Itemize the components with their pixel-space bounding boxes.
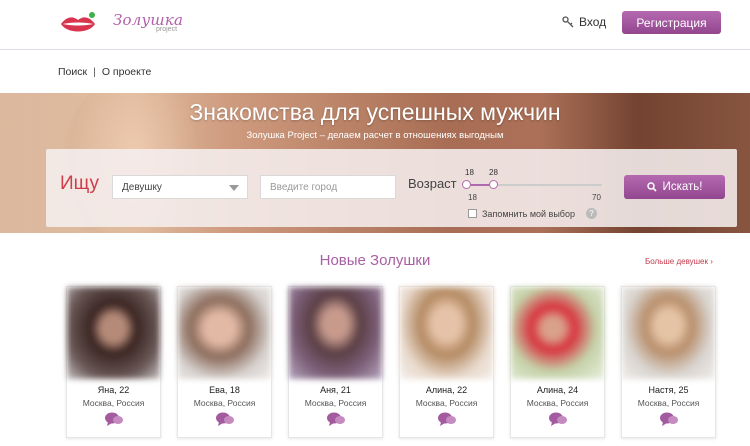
profile-name[interactable]: Яна, 22 <box>67 385 160 395</box>
profile-location: Москва, Россия <box>415 398 478 408</box>
profile-location: Москва, Россия <box>82 398 145 408</box>
profile-location: Москва, Россия <box>637 398 700 408</box>
age-label: Возраст <box>408 176 457 191</box>
profile-photo[interactable] <box>289 287 382 379</box>
profile-card[interactable]: Настя, 25 Москва, Россия <box>621 286 716 438</box>
profile-card[interactable]: Ева, 18 Москва, Россия <box>177 286 272 438</box>
hero-subtitle: Золушка Project – делаем расчет в отноше… <box>246 130 504 141</box>
logo-subtext: project <box>156 26 178 33</box>
key-icon <box>562 16 574 28</box>
remember-checkbox[interactable] <box>468 209 477 218</box>
profile-location: Москва, Россия <box>304 398 367 408</box>
login-link[interactable]: Вход <box>562 15 606 29</box>
help-icon[interactable]: ? <box>585 208 597 219</box>
register-button[interactable]: Регистрация <box>622 11 721 34</box>
profile-name[interactable]: Ева, 18 <box>178 385 271 395</box>
profile-photo[interactable] <box>178 287 271 379</box>
chat-bubbles-icon[interactable] <box>215 411 235 427</box>
profile-card[interactable]: Аня, 21 Москва, Россия <box>288 286 383 438</box>
profile-name[interactable]: Алина, 24 <box>511 385 604 395</box>
login-label: Вход <box>579 15 607 29</box>
section-title: Новые Золушки <box>319 252 431 269</box>
breadcrumb: Поиск | О проекте <box>58 66 151 78</box>
profile-name[interactable]: Алина, 22 <box>400 385 493 395</box>
search-panel: Ищу Девушку Возраст 18 28 18 70 Запомнит… <box>46 149 737 227</box>
profile-photo[interactable] <box>622 287 715 379</box>
profile-card[interactable]: Алина, 24 Москва, Россия <box>510 286 605 438</box>
magnifier-icon <box>646 182 657 192</box>
chat-bubbles-icon[interactable] <box>659 411 679 427</box>
hero-title: Знакомства для успешных мужчин <box>189 99 561 125</box>
profile-card[interactable]: Алина, 22 Москва, Россия <box>399 286 494 438</box>
breadcrumb-separator: | <box>93 66 96 78</box>
chat-bubbles-icon[interactable] <box>437 411 457 427</box>
age-selected-min: 18 <box>465 168 474 177</box>
profile-card[interactable]: Яна, 22 Москва, Россия <box>66 286 161 438</box>
lips-logo-icon[interactable] <box>59 10 97 38</box>
profile-photo[interactable] <box>511 287 604 379</box>
profile-photo[interactable] <box>67 287 160 379</box>
age-range-min: 18 <box>468 193 477 202</box>
age-range-max: 70 <box>592 193 601 202</box>
age-slider-max-handle[interactable] <box>489 180 498 189</box>
header: Золушка project Вход Регистрация <box>0 0 750 50</box>
profile-name[interactable]: Аня, 21 <box>289 385 382 395</box>
profile-name[interactable]: Настя, 25 <box>622 385 715 395</box>
gender-select[interactable]: Девушку <box>112 175 248 199</box>
search-button-label: Искать! <box>662 181 703 193</box>
hero-banner: Знакомства для успешных мужчин Золушка P… <box>0 93 750 233</box>
chat-bubbles-icon[interactable] <box>104 411 124 427</box>
remember-label: Запомнить мой выбор <box>482 208 575 219</box>
age-slider-min-handle[interactable] <box>462 180 471 189</box>
breadcrumb-about[interactable]: О проекте <box>102 66 152 78</box>
breadcrumb-search[interactable]: Поиск <box>58 66 87 78</box>
city-input[interactable] <box>260 175 396 199</box>
more-girls-link[interactable]: Больше девушек › <box>645 257 713 266</box>
age-selected-max: 28 <box>489 168 498 177</box>
profile-location: Москва, Россия <box>193 398 256 408</box>
remember-choice: Запомнить мой выбор ? <box>468 208 597 219</box>
profile-photo[interactable] <box>400 287 493 379</box>
profile-location: Москва, Россия <box>526 398 589 408</box>
chat-bubbles-icon[interactable] <box>326 411 346 427</box>
chat-bubbles-icon[interactable] <box>548 411 568 427</box>
chevron-down-icon <box>229 185 239 191</box>
search-button[interactable]: Искать! <box>624 175 725 199</box>
gender-select-value: Девушку <box>122 182 162 193</box>
seek-label: Ищу <box>60 173 100 194</box>
